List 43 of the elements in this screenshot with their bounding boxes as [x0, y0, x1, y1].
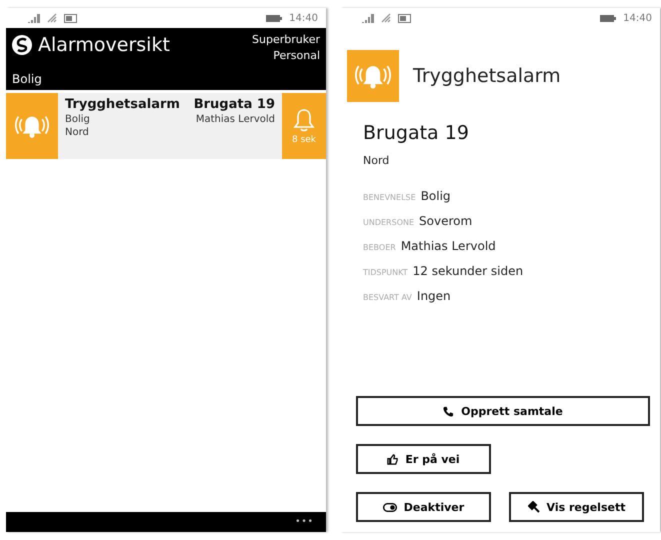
battery-icon — [266, 14, 282, 22]
section-label: Bolig — [12, 72, 43, 86]
field-value: Soverom — [419, 214, 472, 228]
gavel-icon — [528, 501, 540, 513]
app-title: Alarmoversikt — [38, 33, 171, 58]
field-value: Ingen — [416, 289, 451, 303]
action-button[interactable]: Vis regelsett — [509, 492, 644, 522]
alarm-address: Brugata 19 — [363, 122, 470, 144]
field-label: UNDERSONE — [363, 218, 414, 227]
status-time: 14:40 — [623, 12, 652, 24]
signal-icon — [362, 14, 374, 22]
phone-icon — [443, 406, 454, 416]
user-label: Personal — [273, 48, 320, 64]
alarm-title: Trygghetsalarm — [413, 65, 561, 87]
field-value: Bolig — [420, 189, 451, 203]
sim-icon — [398, 14, 411, 22]
field-value: Mathias Lervold — [400, 239, 496, 253]
elapsed-time: 8 sek — [292, 134, 316, 144]
alarm-area: Nord — [65, 127, 89, 138]
action-button[interactable]: Deaktiver — [356, 492, 491, 522]
field-label: BEBOER — [363, 243, 396, 252]
alarm-resident: Mathias Lervold — [196, 114, 275, 125]
sim-icon — [64, 14, 77, 22]
alarm-type: Trygghetsalarm — [65, 97, 180, 112]
toggle-icon — [382, 502, 397, 512]
logo-icon — [12, 35, 32, 55]
user-label: Superbruker — [252, 32, 320, 48]
battery-icon — [600, 14, 616, 22]
thumbs-up-icon — [387, 454, 398, 464]
field-label: BESVART AV — [363, 293, 412, 302]
field-value: 12 sekunder siden — [412, 264, 524, 278]
status-time: 14:40 — [289, 12, 318, 24]
action-button[interactable]: Opprett samtale — [356, 396, 650, 426]
alarm-area: Nord — [363, 154, 653, 167]
signal-icon — [28, 14, 40, 22]
alarm-item[interactable]: Trygghetsalarm Brugata 19 Bolig Mathias Lervold Nord 8 sek — [6, 93, 326, 159]
field-label: TIDSPUNKT — [363, 268, 408, 277]
alarm-address: Brugata 19 — [194, 97, 275, 112]
alarm-zone: Bolig — [65, 114, 90, 125]
bell-icon — [293, 108, 315, 132]
action-button[interactable]: Er på vei — [356, 444, 491, 474]
field-label: BENEVNELSE — [363, 193, 416, 202]
more-button[interactable]: ••• — [295, 517, 314, 527]
